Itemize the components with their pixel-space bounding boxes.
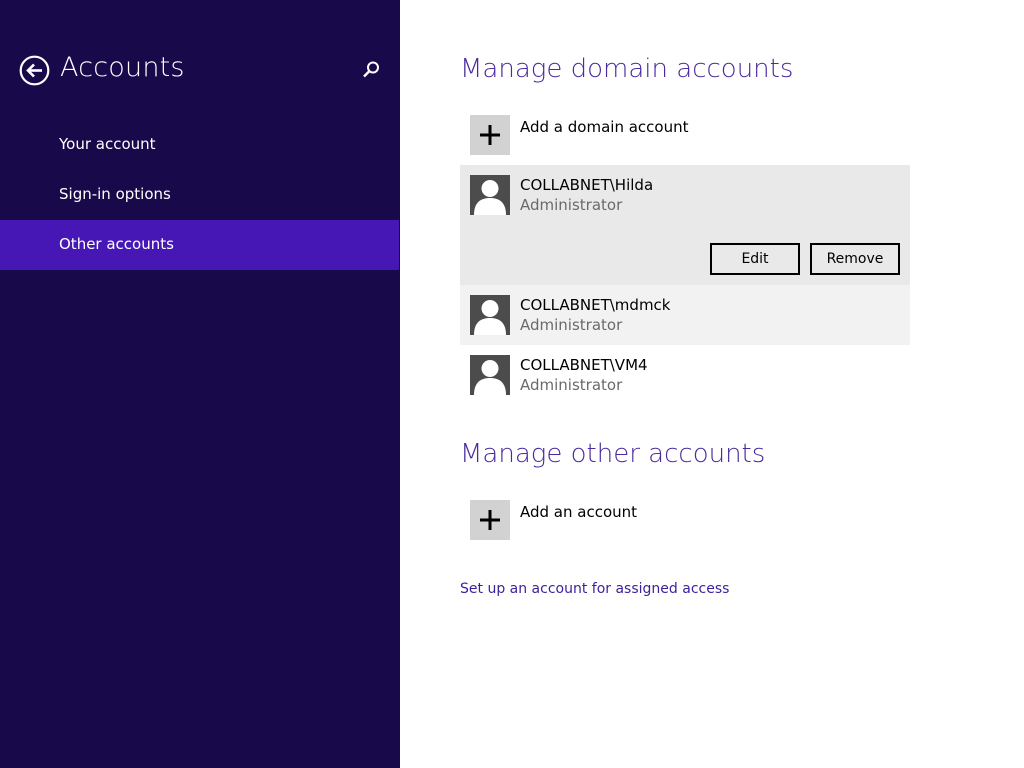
user-avatar-icon: [470, 175, 510, 215]
edit-button[interactable]: Edit: [710, 243, 800, 275]
domain-accounts-heading: Manage domain accounts: [460, 54, 794, 84]
nav-item-your-account[interactable]: Your account: [0, 120, 399, 170]
add-account-button[interactable]: Add an account: [460, 500, 910, 548]
account-role: Administrator: [520, 196, 623, 214]
account-role: Administrator: [520, 316, 623, 334]
plus-icon: [470, 115, 510, 155]
back-arrow-icon[interactable]: [19, 55, 50, 86]
page-title: Accounts: [60, 52, 185, 83]
account-row-vm4[interactable]: COLLABNET\VM4 Administrator: [460, 345, 910, 405]
account-role: Administrator: [520, 376, 623, 394]
assigned-access-link[interactable]: Set up an account for assigned access: [460, 581, 729, 597]
nav-item-sign-in-options[interactable]: Sign-in options: [0, 170, 399, 220]
account-row-hilda[interactable]: COLLABNET\Hilda Administrator Edit Remov…: [460, 165, 910, 285]
other-accounts-heading: Manage other accounts: [460, 439, 766, 469]
nav-item-other-accounts[interactable]: Other accounts: [0, 220, 399, 270]
account-row-mdmck[interactable]: COLLABNET\mdmck Administrator: [460, 285, 910, 345]
account-name: COLLABNET\VM4: [520, 356, 648, 374]
sidebar: Accounts Your account Sign-in options Ot…: [0, 0, 400, 768]
nav-item-label: Your account: [59, 135, 156, 153]
plus-icon: [470, 500, 510, 540]
main-content: Manage domain accounts Add a domain acco…: [400, 0, 1024, 768]
remove-button[interactable]: Remove: [810, 243, 900, 275]
account-name: COLLABNET\Hilda: [520, 176, 654, 194]
search-icon[interactable]: [360, 59, 382, 81]
account-name: COLLABNET\mdmck: [520, 296, 671, 314]
add-domain-account-button[interactable]: Add a domain account: [460, 115, 910, 163]
add-domain-account-label: Add a domain account: [520, 118, 689, 136]
add-account-label: Add an account: [520, 503, 638, 521]
nav-item-label: Sign-in options: [59, 185, 171, 203]
user-avatar-icon: [470, 295, 510, 335]
user-avatar-icon: [470, 355, 510, 395]
nav-item-label: Other accounts: [59, 235, 174, 253]
